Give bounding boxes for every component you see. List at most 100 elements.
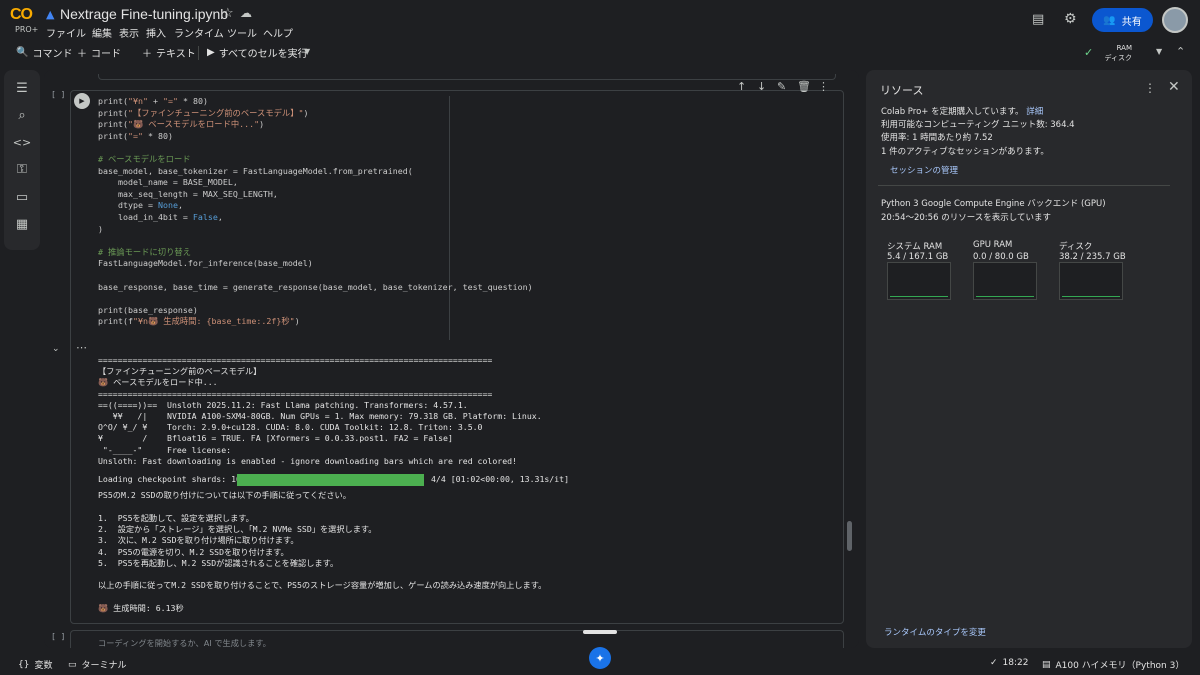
share-button[interactable]: 👥 共有 [1092, 8, 1153, 32]
find-icon[interactable]: ⌕ [8, 104, 36, 126]
code-line: print("🐻 ベースモデルをロード中...") [98, 119, 265, 130]
detail-link[interactable]: 詳細 [1026, 107, 1043, 117]
gauge-value: 0.0 / 80.0 GB [973, 252, 1029, 262]
chevron-down-icon[interactable]: ▼ [1156, 47, 1162, 56]
empty-code-cell[interactable]: コーディングを開始するか、AI で生成します。 [70, 630, 844, 648]
variables-button[interactable]: {} 変数 [18, 658, 52, 672]
check-icon: ✓ [990, 658, 998, 668]
code-snippets-icon[interactable]: <> [8, 131, 36, 153]
delete-icon[interactable]: 🗑 [797, 80, 811, 93]
gemini-button[interactable]: ✦ [589, 647, 611, 669]
output-menu-icon[interactable]: ⋯ [76, 341, 87, 354]
progress-stats: 4/4 [01:02<00:00, 13.31s/it] [431, 474, 570, 484]
output-line: 以上の手順に従ってM.2 SSDを取り付けることで、PS5のストレージ容量が増加… [98, 580, 547, 591]
panel-title: リソース [880, 84, 924, 97]
execution-time[interactable]: ✓ 18:22 [990, 658, 1028, 668]
drive-icon: ▲ [46, 8, 55, 21]
time-range: 20:54〜20:56 のリソースを表示しています [881, 213, 1052, 223]
close-icon[interactable]: ✕ [1168, 79, 1180, 95]
menu-item[interactable]: 挿入 [146, 25, 166, 40]
collapse-output-icon[interactable]: ⌄ [52, 344, 60, 354]
sparkle-icon: ✦ [595, 651, 605, 665]
plus-icon: ＋ [142, 49, 152, 60]
progress-bar [237, 474, 424, 486]
output-line: ¥¥ /| NVIDIA A100-SXM4-80GB. Num GPUs = … [98, 411, 542, 421]
drag-handle[interactable] [583, 630, 617, 634]
add-code-button[interactable]: ＋コード [77, 45, 121, 60]
gear-icon[interactable]: ⚙ [1064, 11, 1077, 27]
logo-text: CO [10, 6, 33, 23]
arrow-down-icon[interactable]: ↓ [757, 80, 766, 93]
code-line: # ベースモデルをロード [98, 154, 191, 164]
code-line: model_name = BASE_MODEL, [98, 177, 238, 188]
colab-window: { "app": {"logo_text":"CO","plan":"PRO+"… [0, 0, 1200, 675]
more-icon[interactable]: ⋮ [1144, 81, 1156, 95]
colab-logo[interactable]: CO PRO+ [8, 6, 42, 36]
calendar-icon[interactable]: ▦ [8, 213, 36, 235]
gauge-label: GPU RAM [973, 240, 1013, 250]
code-line: FastLanguageModel.for_inference(base_mod… [98, 258, 313, 269]
edit-icon[interactable]: ✎ [777, 80, 786, 93]
toolbar: 🔍 コマンド ＋コード ＋テキスト ▶ すべてのセルを実行 ▼ ✓ RAM ディスク… [0, 40, 1200, 65]
folder-icon[interactable]: ▭ [8, 186, 36, 208]
check-icon: ✓ [1084, 46, 1094, 59]
run-cell-button[interactable]: ▶ [74, 93, 90, 109]
avatar[interactable] [1162, 7, 1188, 33]
play-icon: ▶ [79, 97, 85, 105]
output-line: 🐻 生成時間: 6.13秒 [98, 603, 184, 613]
cloud-icon[interactable]: ☁ [240, 6, 252, 20]
menu-item[interactable]: ランタイム [174, 25, 224, 40]
more-icon[interactable]: ⋮ [818, 80, 829, 93]
arrow-up-icon[interactable]: ↑ [737, 80, 746, 93]
divider [878, 185, 1170, 186]
menu-item[interactable]: ツール [227, 25, 257, 40]
menu-item[interactable]: ヘルプ [263, 25, 293, 40]
terminal-icon: ▭ [68, 659, 77, 670]
output-line: "-____-" Free license: [98, 444, 237, 455]
progress-fill [237, 474, 424, 486]
toc-icon[interactable]: ☰ [8, 77, 36, 99]
output-line: 【ファインチューニング前のベースモデル】 [98, 366, 262, 377]
code-line: load_in_4bit = False, [98, 212, 223, 222]
chevron-down-icon[interactable]: ▼ [304, 47, 310, 56]
code-line: base_model, base_tokenizer = FastLanguag… [98, 165, 413, 176]
add-text-button[interactable]: ＋テキスト [142, 45, 196, 60]
terminal-button[interactable]: ▭ ターミナル [68, 658, 127, 672]
menu-item[interactable]: 表示 [119, 25, 139, 40]
output-line: Unsloth: Fast downloading is enabled - i… [98, 455, 517, 466]
backend-label: Python 3 Google Compute Engine バックエンド (G… [881, 199, 1106, 209]
output-line: O^O/ ¥_/ ¥ Torch: 2.9.0+cu128. CUDA: 8.0… [98, 422, 483, 433]
command-button[interactable]: 🔍 コマンド [16, 45, 72, 60]
compute-units: 利用可能なコンピューティング ユニット数: 364.4 [881, 120, 1075, 130]
notebook-title[interactable]: Nextrage Fine-tuning.ipynb [60, 6, 228, 22]
plan-badge: PRO+ [15, 25, 39, 34]
cell-bracket: [ ] [51, 90, 66, 99]
cell-placeholder: コーディングを開始するか、AI で生成します。 [98, 638, 271, 648]
subscription-text: Colab Pro+ を定期購入しています。 詳細 [881, 107, 1044, 117]
braces-icon: {} [18, 659, 30, 670]
code-line: dtype = None, [98, 200, 183, 211]
key-icon[interactable]: ⚿ [8, 158, 36, 180]
server-icon: ▤ [1042, 659, 1051, 670]
usage-rate: 使用率: 1 時間あたり約 7.52 [881, 133, 993, 143]
code-line: max_seq_length = MAX_SEQ_LENGTH, [98, 188, 278, 199]
runtime-status[interactable]: ▤ A100 ハイメモリ（Python 3） [1042, 658, 1184, 672]
run-all-button[interactable]: ▶ すべてのセルを実行 [207, 45, 308, 60]
star-icon[interactable]: ☆ [222, 6, 234, 21]
change-runtime-link[interactable]: ランタイムのタイプを変更 [884, 626, 986, 638]
code-line: print("=" * 80) [98, 130, 173, 141]
output-line: 1. PS5を起動して、設定を選択します。 [98, 512, 254, 523]
manage-sessions-link[interactable]: セッションの管理 [890, 164, 958, 176]
code-line: base_response, base_time = generate_resp… [98, 281, 533, 292]
comment-icon[interactable]: ▤ [1032, 12, 1044, 27]
collapse-icon[interactable]: ⌃ [1176, 45, 1185, 58]
output-line: 2. 設定から「ストレージ」を選択し、「M.2 NVMe SSD」を選択します。 [98, 523, 377, 534]
scrollbar[interactable] [847, 521, 852, 551]
resource-indicator[interactable]: RAM ディスク [1100, 43, 1132, 63]
menu-item[interactable]: ファイル [46, 25, 86, 40]
usage-line [976, 296, 1034, 297]
gauge-value: 5.4 / 167.1 GB [887, 252, 949, 262]
menu-item[interactable]: 編集 [92, 25, 112, 40]
play-icon: ▶ [207, 47, 215, 58]
code-line: ) [98, 223, 103, 234]
